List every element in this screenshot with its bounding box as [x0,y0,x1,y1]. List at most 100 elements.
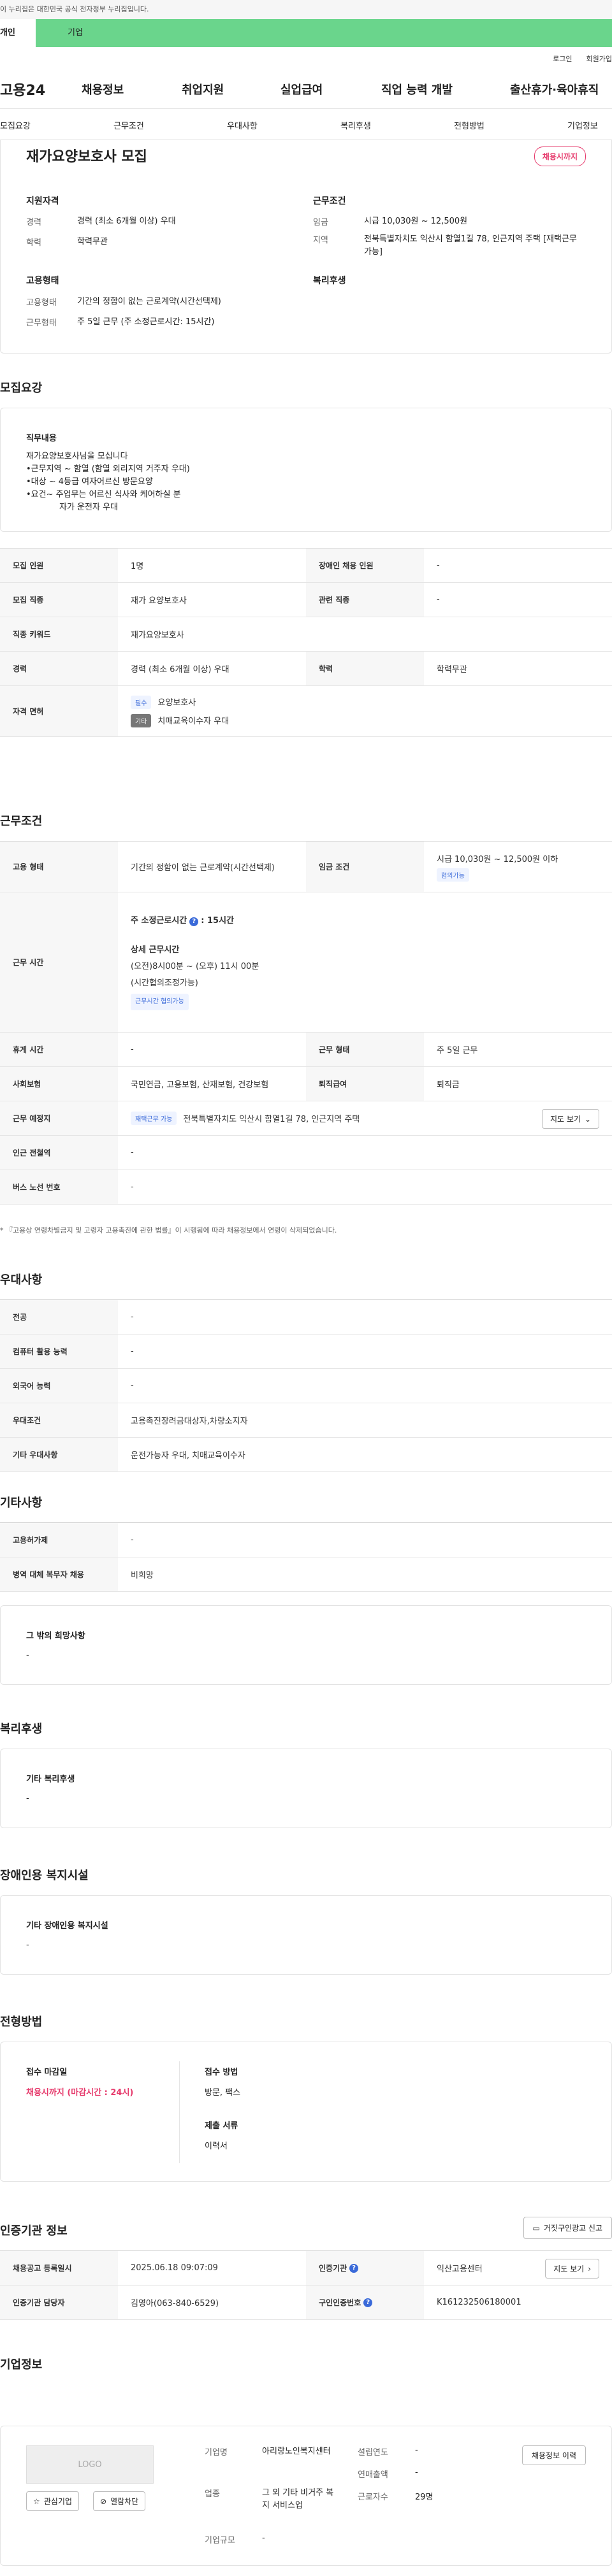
th: 버스 노선 번호 [0,1170,118,1204]
tab-corp[interactable]: 기업 [36,19,612,47]
docs-title: 제출 서류 [205,2121,238,2131]
th: 모집 인원 [0,548,118,582]
map-button-label: 지도 보기 [550,1115,581,1124]
td: - [437,561,440,570]
site-logo[interactable]: 고용24 [0,79,45,99]
td: K161232506180001 [437,2298,521,2307]
value: 29명 [415,2493,433,2502]
gnb-item-employment-support[interactable]: 취업지원 [182,81,224,97]
block-label: 열람차단 [110,2497,139,2506]
page-title: 재가요양보호사 모집 [26,149,147,165]
th: 고용 형태 [0,841,118,892]
td: 필수 요양보호사 기타 치매교육이수자 우대 [118,686,612,736]
duty-line: 자가 운전자 우대 [59,503,118,512]
license: 치매교육이수자 우대 [157,716,229,726]
td: 기간의 정함이 없는 근로계약(시간선택제) [131,863,275,873]
report-button[interactable]: ▭ 거짓구인광고 신고 [523,2217,612,2239]
value: - [415,2468,418,2477]
join-link[interactable]: 회원가입 [586,54,612,64]
label: 학력 [26,238,41,248]
num-label: 구인인증번호 [319,2298,361,2307]
th: 외국어 능력 [0,1369,118,1403]
subnav-work[interactable]: 근무조건 [113,119,144,131]
info-icon[interactable]: ? [189,917,199,926]
td: 재가 요양보호사 [131,596,187,606]
subnav-screen[interactable]: 전형방법 [454,119,484,131]
info-icon[interactable]: ? [363,2298,373,2307]
info-icon[interactable]: ? [349,2263,359,2273]
block-button[interactable]: ⊘ 열람차단 [93,2491,146,2511]
label: 업종 [205,2489,220,2499]
gnb-item-leave[interactable]: 출산휴가·육아휴직 [510,81,599,97]
th: 인근 전철역 [0,1136,118,1170]
pref-table: 전공 - 컴퓨터 활용 능력 - 외국어 능력 - 우대조건 고용촉진장려금대상자,차량… [0,1299,612,1472]
fav-label: 관심기업 [43,2497,72,2506]
td: 고용촉진장려금대상자,차량소지자 [131,1417,248,1426]
other-table: 고용허가제 - 병역 대체 복무자 채용 비희망 [0,1522,612,1592]
chip-etc: 기타 [131,713,152,727]
td: - [131,1381,134,1391]
th: 사회보험 [0,1067,118,1101]
label: 기업규모 [205,2536,235,2545]
duty-title: 직무내용 [26,434,57,443]
subnav-recruit[interactable]: 모집요강 [0,119,31,131]
detail-time: (시간협의조정가능) [131,978,198,988]
th: 인증기관? [306,2251,424,2285]
disab-heading: 장애인용 복지시설 [0,1869,89,1882]
welfare-title: 기타 복리후생 [26,1775,75,1784]
deadline-title: 접수 마감일 [26,2068,68,2077]
label: 기업명 [205,2448,228,2458]
th: 근무 형태 [306,1033,424,1066]
login-link[interactable]: 로그인 [553,54,572,64]
td: 주 5일 근무 [437,1046,478,1055]
history-button[interactable]: 채용정보 이력 [521,2445,586,2465]
value: 주 5일 근무 (주 소정근로시간: 15시간) [77,317,215,327]
value: - [415,2445,418,2455]
value: 기간의 정함이 없는 근로계약(시간선택제) [77,297,221,306]
summary-card: 재가요양보호사 모집 채용시까지 지원자격 근무조건 경력 경력 (최소 6개월 … [0,140,612,354]
work-heading: 근무조건 [0,815,43,828]
company-card: LOGO ☆ 관심기업 ⊘ 열람차단 기업명 아리랑노인복지센터 설립연도 - 연매… [0,2426,612,2566]
util-links: 로그인 회원가입 [0,47,612,70]
td: - [131,1312,134,1322]
subnav-welfare[interactable]: 복리후생 [340,119,371,131]
label: 임금 [313,218,328,227]
gnb-item-jobs[interactable]: 채용정보 [82,81,124,97]
th: 구인인증번호? [306,2286,424,2319]
subnav-company[interactable]: 기업정보 [567,119,598,131]
th: 기타 우대사항 [0,1438,118,1471]
block-icon: ⊘ [100,2496,107,2506]
td: - [437,595,440,605]
th: 퇴직급여 [306,1067,424,1101]
td: - [131,1347,134,1356]
content: 모집요강 직무내용 재가요양보호사님을 모십니다 •근무지역 ~ 함열 (함열 … [0,354,612,2456]
th: 근무 시간 [0,892,118,1032]
duty-line: •요건~ 주업무는 어르신 식사와 케어하실 분 [26,490,181,499]
company-logo: LOGO [26,2445,154,2484]
folder-icon: ▭ [532,2223,540,2233]
gnb-item-unemployment[interactable]: 실업급여 [280,81,323,97]
td: 2025.06.18 09:07:09 [131,2263,218,2273]
chevron-right-icon: › [588,2264,591,2273]
label: 지역 [313,236,328,245]
gnb-item-training[interactable]: 직업 능력 개발 [381,81,453,97]
value: 경력 (최소 6개월 이상) 우대 [77,217,176,226]
docs-value: 이력서 [205,2142,228,2151]
subnav-pref[interactable]: 우대사항 [227,119,258,131]
th: 휴게 시간 [0,1033,118,1066]
th: 장애인 채용 인원 [306,548,424,582]
recruit-table: 모집 인원 1명 장애인 채용 인원 - 모집 직종 재가 요양보호사 관련 직종 - 직종… [0,548,612,737]
welfare-value: - [26,1794,29,1803]
agency-map-button[interactable]: 지도 보기 › [545,2259,599,2279]
cond-title: 근무조건 [313,196,346,206]
tab-personal[interactable]: 개인 [0,19,36,47]
fav-button[interactable]: ☆ 관심기업 [26,2491,79,2511]
map-button[interactable]: 지도 보기 ⌄ [541,1109,599,1129]
disab-card: 기타 장애인용 복지시설 - [0,1895,612,1975]
hope-value: - [26,1650,29,1660]
th: 모집 직종 [0,583,118,617]
emp-title: 고용형태 [26,276,59,286]
th: 임금 조건 [306,841,424,892]
th: 컴퓨터 활용 능력 [0,1335,118,1368]
th: 관련 직종 [306,583,424,617]
